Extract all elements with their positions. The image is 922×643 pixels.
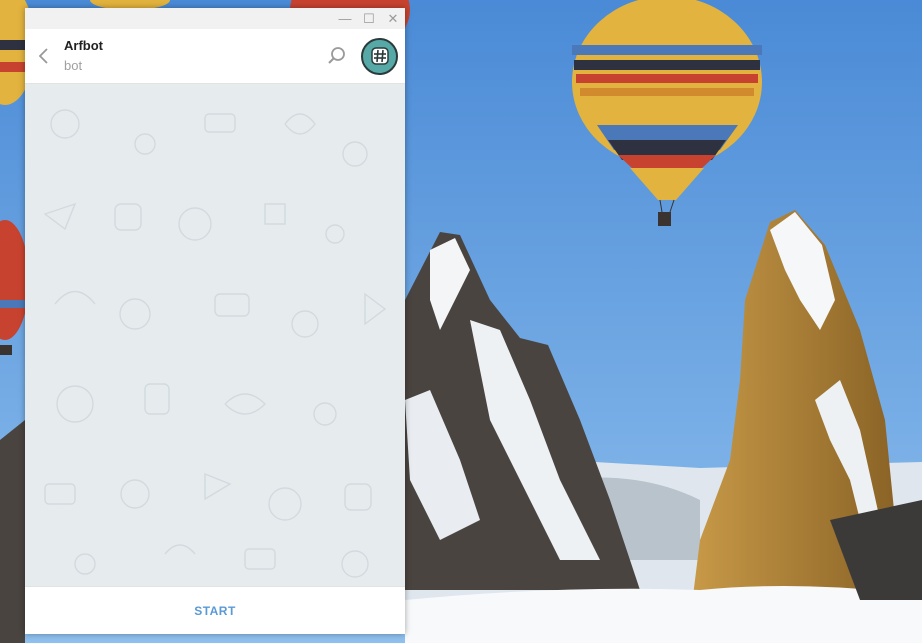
hashtag-icon (370, 47, 389, 65)
search-button[interactable] (322, 29, 352, 83)
avatar[interactable] (361, 37, 398, 75)
peer-info[interactable]: Arfbot bot (63, 38, 322, 75)
start-button[interactable]: START (164, 596, 266, 626)
chat-background-pattern (43, 109, 387, 578)
message-list (25, 84, 405, 586)
back-button[interactable] (25, 29, 63, 83)
maximize-button[interactable]: ☐ (357, 8, 381, 29)
close-button[interactable]: ✕ (381, 8, 405, 29)
telegram-window: — ☐ ✕ Arfbot bot START (25, 8, 405, 634)
minimize-button[interactable]: — (333, 8, 357, 29)
composer-bar: START (25, 586, 405, 634)
peer-name: Arfbot (64, 37, 103, 53)
peer-status: bot (64, 57, 83, 73)
chevron-left-icon (38, 48, 48, 64)
title-bar: — ☐ ✕ (25, 8, 405, 29)
search-icon (328, 47, 345, 64)
chat-header: Arfbot bot (25, 29, 405, 84)
